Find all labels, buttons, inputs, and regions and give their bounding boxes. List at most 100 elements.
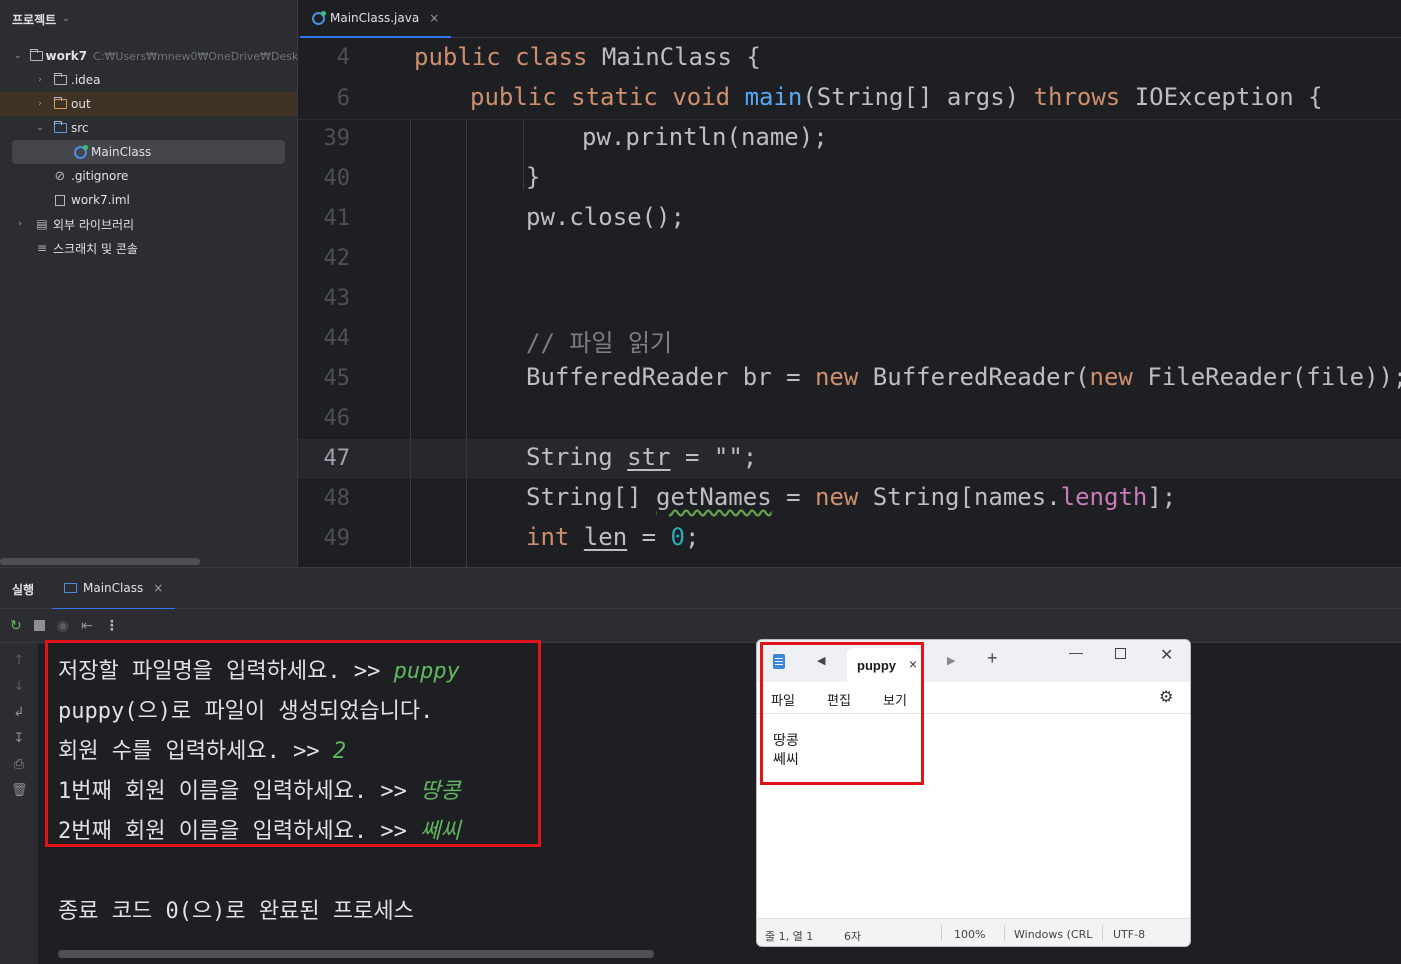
source-folder-icon <box>52 121 68 135</box>
code-line-39: pw.println(name); <box>582 123 828 151</box>
current-line-highlight <box>298 439 1401 479</box>
line-number: 43 <box>323 286 351 311</box>
maximize-icon[interactable] <box>1115 648 1126 659</box>
code-line-4: public class MainClass { <box>414 43 761 71</box>
tree-item-label: work7 <box>45 49 88 63</box>
tree-item-label: src <box>71 121 89 135</box>
tab-run-mainclass[interactable]: MainClass × <box>52 568 176 610</box>
tree-item-src[interactable]: ⌄ src <box>0 116 297 140</box>
code-line-49: int len = 0; <box>526 523 700 551</box>
arrow-down-icon[interactable]: ↓ <box>11 679 27 694</box>
line-number: 49 <box>323 526 351 551</box>
run-title: 실행 <box>12 582 35 597</box>
tree-item-label: 외부 라이브러리 <box>53 217 135 232</box>
status-encoding[interactable]: UTF-8 <box>1113 928 1145 941</box>
run-tool-window-header: 실행 MainClass × <box>0 567 1401 610</box>
line-number: 42 <box>323 246 351 271</box>
project-header[interactable]: 프로젝트 ⌄ <box>0 0 297 38</box>
tree-item-out[interactable]: › out <box>0 92 297 116</box>
chevron-right-icon[interactable]: › <box>34 99 46 109</box>
highlight-box-notepad <box>760 642 924 785</box>
gear-icon[interactable]: ⚙ <box>1159 687 1173 707</box>
tree-item-label: out <box>71 97 91 111</box>
code-editor[interactable]: MainClass.java × 4 6 39 40 41 42 43 44 4… <box>297 0 1401 567</box>
tree-item-label: .idea <box>71 73 101 87</box>
folder-icon <box>52 73 68 87</box>
line-number: 39 <box>323 126 351 151</box>
project-title: 프로젝트 <box>12 12 57 27</box>
tab-label: MainClass <box>83 581 144 595</box>
soft-wrap-icon[interactable]: ↲ <box>11 705 27 720</box>
line-number: 44 <box>323 326 351 351</box>
tree-item-external-libraries[interactable]: › ▤ 외부 라이브러리 <box>0 212 297 236</box>
close-window-icon[interactable]: ✕ <box>1160 645 1173 665</box>
tree-item-iml[interactable]: work7.iml <box>0 188 297 212</box>
console-side-toolbar: ↑ ↓ ↲ ↧ ⎙ 🗑 <box>0 643 38 964</box>
tree-item-label: 스크래치 및 콘솔 <box>53 241 138 256</box>
minimize-icon[interactable]: — <box>1069 644 1083 660</box>
line-number-current: 47 <box>323 446 351 471</box>
rerun-icon[interactable]: ↻ <box>10 618 22 634</box>
tab-mainclass-java[interactable]: MainClass.java × <box>300 0 452 38</box>
code-line-41: pw.close(); <box>526 203 685 231</box>
chevron-down-icon[interactable]: ⌄ <box>14 51 22 61</box>
exit-icon[interactable]: ⇤ <box>81 618 93 634</box>
project-panel: 프로젝트 ⌄ ⌄ work7 C:₩Users₩mnew0₩OneDrive₩D… <box>0 0 297 567</box>
line-number: 45 <box>323 366 351 391</box>
notepad-statusbar: 줄 1, 열 1 6자 100% Windows (CRL UTF-8 <box>757 918 1190 946</box>
gutter-separator <box>410 120 411 567</box>
run-toolbar: ↻ ◉ ⇤ ⋮ <box>0 609 1401 643</box>
tree-item-path: C:₩Users₩mnew0₩OneDrive₩Deskto <box>93 49 297 63</box>
close-icon[interactable]: × <box>153 581 163 595</box>
code-line-45: BufferedReader br = new BufferedReader(n… <box>526 363 1401 391</box>
ignore-file-icon: ⊘ <box>54 168 66 184</box>
code-line-40: } <box>526 163 541 191</box>
line-number: 48 <box>323 486 351 511</box>
tree-item-gitignore[interactable]: ⊘ .gitignore <box>0 164 297 188</box>
print-icon[interactable]: ⎙ <box>11 757 27 772</box>
chevron-down-icon[interactable]: ⌄ <box>62 14 70 24</box>
status-divider <box>941 925 942 941</box>
chevron-right-icon[interactable]: › <box>14 219 26 229</box>
close-icon[interactable]: × <box>429 11 439 25</box>
camera-icon[interactable]: ◉ <box>57 618 69 634</box>
code-line-44: // 파일 읽기 <box>526 329 673 357</box>
line-number: 40 <box>323 166 351 191</box>
tree-item-label: work7.iml <box>71 193 130 207</box>
java-class-icon <box>72 144 88 159</box>
tree-item-label: MainClass <box>91 145 152 159</box>
tree-item-idea[interactable]: › .idea <box>0 68 297 92</box>
line-number: 6 <box>336 86 350 111</box>
arrow-up-icon[interactable]: ↑ <box>11 653 27 668</box>
console-horizontal-scrollbar[interactable] <box>58 950 654 958</box>
iml-file-icon <box>52 193 68 207</box>
tree-item-scratches[interactable]: ≡ 스크래치 및 콘솔 <box>0 236 297 260</box>
scroll-tabs-right-icon[interactable]: ▶ <box>947 654 955 667</box>
highlight-box-console <box>45 640 541 847</box>
status-char-count: 6자 <box>844 930 862 943</box>
line-number: 4 <box>336 45 350 70</box>
status-zoom[interactable]: 100% <box>954 928 985 941</box>
status-line-ending[interactable]: Windows (CRL <box>1014 928 1092 941</box>
new-tab-button[interactable]: + <box>987 648 998 669</box>
indent-guide <box>523 120 524 190</box>
editor-tab-bar: MainClass.java × <box>298 0 1401 38</box>
stop-icon[interactable] <box>33 620 45 631</box>
chevron-down-icon[interactable]: ⌄ <box>34 123 46 133</box>
trash-icon[interactable]: 🗑 <box>11 783 28 798</box>
project-horizontal-scrollbar[interactable] <box>0 558 200 565</box>
tree-item-label: .gitignore <box>71 169 129 183</box>
scroll-to-end-icon[interactable]: ↧ <box>11 731 27 746</box>
scratches-icon: ≡ <box>36 241 48 255</box>
indent-guide <box>466 120 467 567</box>
status-position: 줄 1, 열 1 <box>765 930 814 943</box>
status-divider <box>1102 925 1103 941</box>
tree-item-mainclass[interactable]: MainClass <box>12 140 285 164</box>
code-line-47: String str = ""; <box>526 443 758 471</box>
tree-item-root[interactable]: ⌄ work7 C:₩Users₩mnew0₩OneDrive₩Deskto <box>0 44 297 68</box>
more-options-icon[interactable]: ⋮ <box>105 618 119 634</box>
status-divider <box>1004 925 1005 941</box>
java-class-icon <box>312 10 326 25</box>
chevron-right-icon[interactable]: › <box>34 75 46 85</box>
code-line-6: public static void main(String[] args) t… <box>470 83 1323 111</box>
